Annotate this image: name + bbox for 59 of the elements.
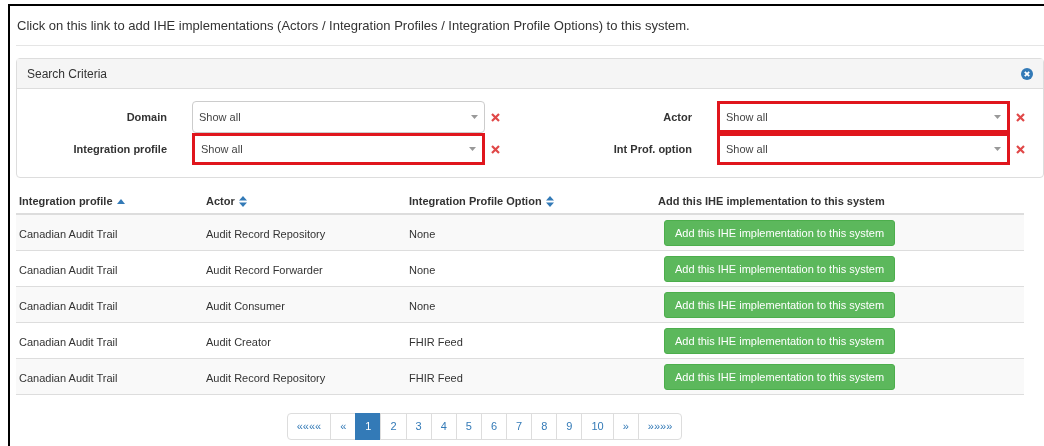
table-cell: None [409, 264, 436, 276]
add-implementation-button[interactable]: Add this IHE implementation to this system [664, 292, 896, 319]
column-header[interactable]: Integration profile [19, 193, 113, 210]
filter-label: Integration profile [72, 141, 168, 157]
table-cell: FHIR Feed [409, 372, 463, 384]
table-cell: Canadian Audit Trail [19, 300, 118, 312]
add-implementation-button[interactable]: Add this IHE implementation to this system [664, 364, 896, 391]
table-cell: Canadian Audit Trail [19, 228, 118, 240]
clear-icon[interactable] [1016, 112, 1025, 122]
clear-icon[interactable] [491, 112, 500, 122]
table-cell: Canadian Audit Trail [19, 264, 118, 276]
page-link[interactable]: 9 [556, 413, 583, 440]
sort-ascending-icon[interactable] [116, 199, 125, 204]
page-link[interactable]: «««« [286, 413, 332, 440]
add-implementation-button[interactable]: Add this IHE implementation to this system [664, 328, 896, 355]
sort-icon[interactable] [238, 196, 247, 207]
page-link[interactable]: 1 [355, 413, 382, 440]
caret-icon [471, 115, 478, 119]
add-implementation-button[interactable]: Add this IHE implementation to this system [664, 256, 896, 283]
page-link[interactable]: 2 [380, 413, 407, 440]
page-link[interactable]: « [330, 413, 357, 440]
table-cell: None [409, 228, 436, 240]
page-link[interactable]: » [612, 413, 639, 440]
table-cell: FHIR Feed [409, 336, 463, 348]
page-link[interactable]: 4 [430, 413, 457, 440]
table-cell: Audit Consumer [206, 300, 285, 312]
add-implementations-link[interactable]: Click on this link to add IHE implementations (Actors / Integration Profiles / Integration Profile Options) to this system. [17, 15, 690, 36]
caret-icon [469, 147, 476, 151]
filter-label: Domain [125, 109, 168, 125]
sort-icon[interactable] [545, 196, 554, 207]
page-link[interactable]: »»»» [637, 413, 683, 440]
table-cell: Audit Creator [206, 336, 271, 348]
caret-icon [994, 147, 1001, 151]
close-icon[interactable] [1021, 67, 1033, 80]
table-cell: Audit Record Repository [206, 372, 326, 384]
table-cell: Audit Record Repository [206, 228, 326, 240]
filter-label: Int Prof. option [612, 141, 693, 157]
caret-icon [994, 115, 1001, 119]
filter-label: Actor [662, 109, 693, 125]
page-link[interactable]: 3 [405, 413, 432, 440]
page-link[interactable]: 5 [455, 413, 482, 440]
select-field[interactable]: Show all [192, 101, 485, 133]
table-cell: Audit Record Forwarder [206, 264, 323, 276]
select-field[interactable]: Show all [717, 101, 1010, 133]
select-field[interactable]: Show all [717, 133, 1010, 165]
add-implementation-button[interactable]: Add this IHE implementation to this system [664, 220, 896, 247]
column-header[interactable]: Actor [206, 193, 235, 210]
column-header: Add this IHE implementation to this system [658, 194, 885, 210]
clear-icon[interactable] [1016, 144, 1025, 154]
clear-icon[interactable] [491, 144, 500, 154]
page-link[interactable]: 7 [506, 413, 533, 440]
table-cell: None [409, 300, 436, 312]
page-link[interactable]: 8 [531, 413, 558, 440]
column-header[interactable]: Integration Profile Option [409, 193, 542, 210]
panel-title: Search Criteria [27, 65, 108, 83]
table-cell: Canadian Audit Trail [19, 336, 118, 348]
select-field[interactable]: Show all [192, 133, 485, 165]
table-cell: Canadian Audit Trail [19, 372, 118, 384]
page-link[interactable]: 10 [581, 413, 614, 440]
